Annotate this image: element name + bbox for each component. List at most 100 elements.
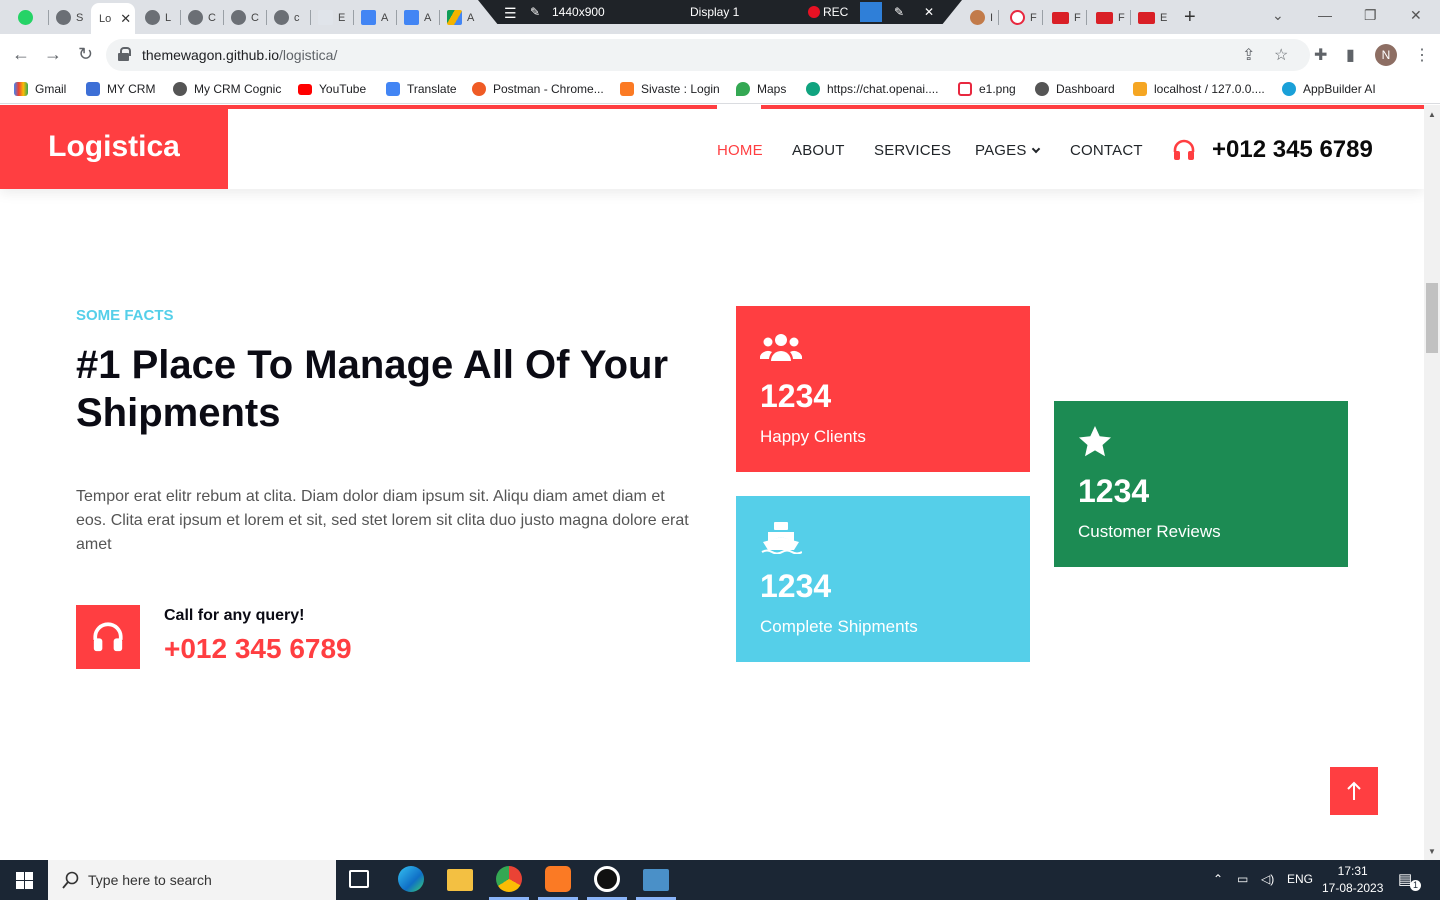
xampp-icon xyxy=(620,82,634,96)
tab-10[interactable]: A xyxy=(439,5,479,30)
edge-icon[interactable] xyxy=(398,866,424,892)
chevron-down-icon xyxy=(1031,144,1040,154)
tab-search-icon[interactable]: ⌄ xyxy=(1272,7,1284,24)
volume-icon[interactable]: ◁) xyxy=(1261,872,1274,886)
show-hidden-icons-icon[interactable]: ⌃ xyxy=(1213,872,1223,886)
arrow-up-icon xyxy=(1347,781,1361,800)
tab-1[interactable]: S xyxy=(48,5,91,30)
share-icon[interactable]: ⇪ xyxy=(1242,45,1255,65)
taskbar-search-placeholder[interactable]: Type here to search xyxy=(88,872,212,888)
restore-button[interactable]: ❐ xyxy=(1364,7,1377,24)
bookmark-localhost[interactable]: localhost / 127.0.0.... xyxy=(1133,82,1265,96)
pen-icon[interactable]: ✎ xyxy=(894,5,904,19)
call-number[interactable]: +012 345 6789 xyxy=(164,633,352,665)
section-paragraph: Tempor erat elitr rebum at clita. Diam d… xyxy=(76,488,689,553)
back-icon[interactable]: ← xyxy=(12,44,30,65)
tab-15[interactable]: E xyxy=(1130,5,1172,30)
recorder-icon[interactable] xyxy=(594,866,620,892)
tab-whatsapp[interactable] xyxy=(10,5,49,30)
bookmark-e1[interactable]: e1.png xyxy=(958,82,1016,96)
bookmark-dashboard[interactable]: Dashboard xyxy=(1035,82,1115,96)
language-indicator[interactable]: ENG xyxy=(1287,872,1313,886)
bookmark-my-crm-cognic[interactable]: My CRM Cognic xyxy=(173,82,281,96)
pin-icon[interactable]: ✎ xyxy=(530,5,540,19)
bookmark-chat-openai[interactable]: https://chat.openai.... xyxy=(806,82,938,96)
tab-14[interactable]: F xyxy=(1088,5,1131,30)
nav-services[interactable]: SERVICES xyxy=(874,142,951,159)
bookmark-maps[interactable]: Maps xyxy=(736,82,786,96)
bookmark-appbuilder[interactable]: AppBuilder AI xyxy=(1282,82,1376,96)
headphones-icon xyxy=(1173,139,1195,160)
bookmark-postman[interactable]: Postman - Chrome... xyxy=(472,82,604,96)
reload-icon[interactable]: ↻ xyxy=(78,44,93,65)
tab-13[interactable]: F xyxy=(1044,5,1087,30)
scroll-up-arrow-icon[interactable]: ▲ xyxy=(1428,110,1436,119)
bookmark-gmail[interactable]: Gmail xyxy=(14,82,66,96)
screenshot-icon[interactable] xyxy=(860,2,882,22)
call-icon-box xyxy=(76,605,140,669)
tab-8[interactable]: A xyxy=(353,5,397,30)
maps-icon xyxy=(736,82,750,96)
globe-icon xyxy=(188,10,203,25)
photos-icon[interactable] xyxy=(643,869,669,891)
close-tab-icon[interactable]: ✕ xyxy=(120,11,131,27)
taskbar-clock[interactable]: 17:31 17-08-2023 xyxy=(1322,863,1383,897)
minimize-button[interactable]: — xyxy=(1318,7,1332,23)
back-to-top-button[interactable] xyxy=(1330,767,1378,815)
bookmark-my-crm[interactable]: MY CRM xyxy=(86,82,155,96)
nav-about[interactable]: ABOUT xyxy=(792,142,845,159)
network-icon[interactable]: ▭ xyxy=(1237,872,1248,886)
brand-logo[interactable]: Logistica xyxy=(0,105,228,189)
ship-icon xyxy=(761,522,802,554)
bookmark-star-icon[interactable]: ☆ xyxy=(1274,45,1288,65)
scroll-down-arrow-icon[interactable]: ▼ xyxy=(1428,847,1436,856)
tab-3[interactable]: L xyxy=(137,5,181,30)
forward-icon[interactable]: → xyxy=(44,44,62,65)
new-tab-button[interactable]: + xyxy=(1184,6,1196,29)
tab-6[interactable]: c xyxy=(266,5,311,30)
search-icon xyxy=(62,871,79,889)
close-window-button[interactable]: ✕ xyxy=(1410,7,1422,24)
lock-icon[interactable] xyxy=(118,47,131,61)
tab-7[interactable]: E xyxy=(310,5,354,30)
nav-home[interactable]: HOME xyxy=(717,142,763,159)
recorder-rec-button[interactable]: REC xyxy=(808,5,848,19)
bookmark-youtube[interactable]: YouTube xyxy=(298,82,366,96)
tab-5[interactable]: C xyxy=(223,5,267,30)
chrome-icon[interactable] xyxy=(496,866,522,892)
extensions-icon[interactable]: ✚ xyxy=(1314,45,1327,65)
scrollbar-thumb[interactable] xyxy=(1426,283,1438,353)
more-menu-icon[interactable]: ⋮ xyxy=(1414,45,1430,65)
page-icon xyxy=(318,10,333,25)
windows-start-icon[interactable] xyxy=(16,872,33,889)
tab-active-logistica[interactable]: Lo ✕ xyxy=(91,3,135,34)
bookmarks-bar: Gmail MY CRM My CRM Cognic YouTube Trans… xyxy=(0,76,1440,104)
tab-4[interactable]: C xyxy=(180,5,224,30)
page-scrollbar[interactable] xyxy=(1424,105,1440,860)
bookmark-translate[interactable]: Translate xyxy=(386,82,457,96)
fact-number: 1234 xyxy=(760,568,832,604)
recorder-display[interactable]: Display 1 xyxy=(690,5,739,19)
globe-icon xyxy=(1035,82,1049,96)
nav-contact[interactable]: CONTACT xyxy=(1070,142,1143,159)
bookmark-sivaste[interactable]: Sivaste : Login xyxy=(620,82,720,96)
globe-icon xyxy=(145,10,160,25)
close-icon[interactable]: ✕ xyxy=(924,5,934,19)
menu-icon[interactable]: ☰ xyxy=(504,5,517,22)
tab-9[interactable]: A xyxy=(396,5,440,30)
header-accent-line xyxy=(761,105,1424,109)
profile-avatar[interactable]: N xyxy=(1375,44,1397,66)
fact-label: Complete Shipments xyxy=(760,617,918,636)
side-panel-icon[interactable]: ▮ xyxy=(1346,45,1355,65)
nav-pages[interactable]: PAGES xyxy=(975,142,1040,159)
tab-11[interactable]: I xyxy=(962,5,999,30)
section-headline: #1 Place To Manage All Of Your Shipments xyxy=(76,343,669,435)
tab-12[interactable]: F xyxy=(1002,5,1043,30)
docs-icon xyxy=(361,10,376,25)
task-view-icon[interactable] xyxy=(349,870,369,888)
file-explorer-icon[interactable] xyxy=(447,869,473,891)
translate-icon xyxy=(386,82,400,96)
url-text[interactable]: themewagon.github.io/logistica/ xyxy=(142,47,337,63)
xampp-icon[interactable] xyxy=(545,866,571,892)
d-icon xyxy=(958,82,972,96)
